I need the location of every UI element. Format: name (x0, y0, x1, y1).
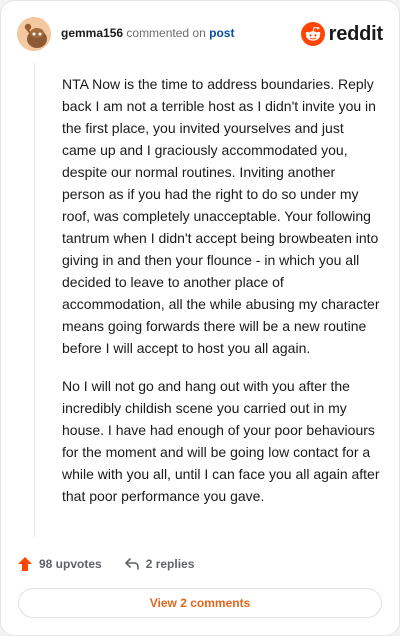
view-comments-label: View 2 comments (149, 596, 251, 610)
upvote-count: 98 upvotes (39, 557, 102, 571)
reddit-wordmark: reddit (328, 23, 384, 45)
reddit-avatar-icon[interactable] (17, 17, 51, 51)
comment-actions: 98 upvotes 2 replies (17, 552, 216, 576)
reply-count: 2 replies (145, 557, 195, 571)
thread-line (34, 63, 35, 537)
reply-arrow-icon (124, 556, 140, 572)
post-link[interactable]: post (209, 26, 234, 40)
commented-on-text: commented on (126, 26, 206, 40)
comment-paragraph: No I will not go and hang out with you a… (62, 378, 380, 504)
reply-button[interactable]: 2 replies (124, 556, 195, 572)
view-comments-button[interactable]: View 2 comments (18, 588, 382, 618)
reddit-logo[interactable]: reddit (300, 20, 384, 48)
reddit-logo-icon (300, 22, 325, 46)
comment-card: gemma156 commented on post reddit NTA No… (0, 0, 400, 636)
upvote-button[interactable]: 98 upvotes (17, 556, 102, 572)
comment-body: NTA Now is the time to address boundarie… (62, 73, 380, 523)
comment-meta: gemma156 commented on post (61, 26, 234, 40)
upvote-arrow-icon (17, 556, 33, 572)
username[interactable]: gemma156 (61, 26, 123, 40)
comment-header: gemma156 commented on post reddit (17, 17, 383, 51)
comment-paragraph: NTA Now is the time to address boundarie… (62, 76, 380, 356)
